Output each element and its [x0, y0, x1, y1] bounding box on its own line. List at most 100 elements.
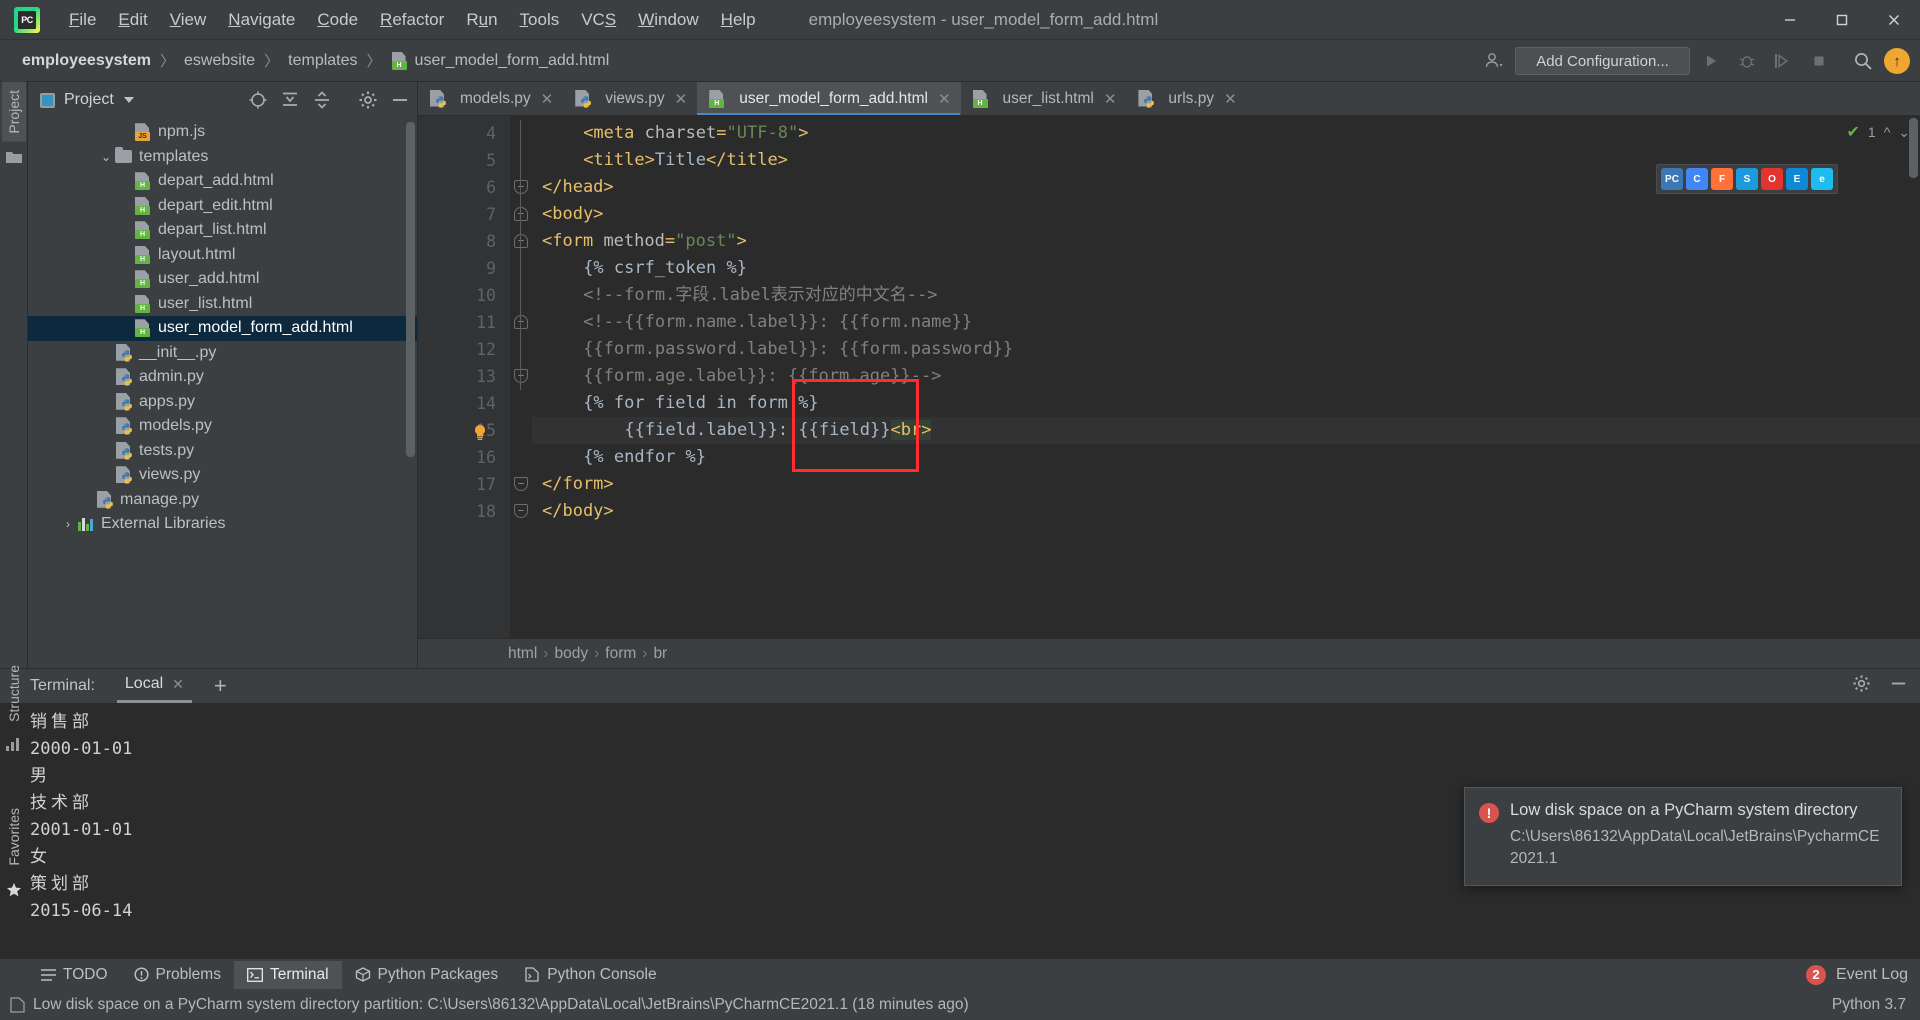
opera-browser-icon[interactable]: O: [1761, 168, 1783, 190]
fold-toggle-icon[interactable]: −: [514, 477, 528, 491]
tree-item-templates[interactable]: ⌄ templates: [28, 145, 417, 170]
close-icon[interactable]: ✕: [172, 676, 184, 693]
tree-item-depart-add-html[interactable]: Hdepart_add.html: [28, 169, 417, 194]
code-line-10[interactable]: <!--form.字段.label表示对应的中文名-->: [532, 282, 1920, 309]
editor-tab-models-py[interactable]: models.py ✕: [418, 82, 563, 115]
editor-tab-urls-py[interactable]: urls.py ✕: [1126, 82, 1246, 115]
editor-tab-user-list-html[interactable]: Huser_list.html ✕: [961, 82, 1127, 115]
fold-region-6[interactable]: −: [510, 174, 532, 201]
code-breadcrumb-form[interactable]: form: [605, 645, 636, 663]
line-number-gutter[interactable]: 4 5 6 7 8 9 10 11 12 13 14 15 16 17 18: [418, 116, 510, 638]
fold-toggle-icon[interactable]: −: [514, 504, 528, 518]
close-icon[interactable]: ✕: [1104, 90, 1117, 108]
breadcrumb-2[interactable]: templates: [288, 52, 357, 70]
menu-window[interactable]: Window: [627, 6, 709, 34]
fold-region-14[interactable]: [510, 390, 532, 417]
fold-toggle-icon[interactable]: −: [514, 369, 528, 383]
menu-code[interactable]: Code: [306, 6, 369, 34]
edge-browser-icon[interactable]: E: [1786, 168, 1808, 190]
code-line-9[interactable]: {% csrf_token %}: [532, 255, 1920, 282]
fold-region-18[interactable]: −: [510, 498, 532, 525]
close-icon[interactable]: ✕: [675, 90, 688, 108]
debug-icon[interactable]: [1732, 46, 1762, 76]
locate-target-icon[interactable]: [247, 89, 269, 111]
tree-item-manage-py[interactable]: manage.py: [28, 488, 417, 513]
fold-region-10[interactable]: [510, 282, 532, 309]
minimize-button[interactable]: [1764, 0, 1816, 40]
breadcrumb-1[interactable]: eswebsite: [184, 52, 255, 70]
tree-twisty[interactable]: ›: [59, 517, 77, 531]
menu-edit[interactable]: Edit: [107, 6, 158, 34]
menu-refactor[interactable]: Refactor: [369, 6, 455, 34]
tool-window-todo[interactable]: TODO: [28, 961, 121, 989]
close-icon[interactable]: ✕: [938, 90, 951, 108]
fold-region-8[interactable]: −: [510, 228, 532, 255]
code-breadcrumb-body[interactable]: body: [554, 645, 588, 663]
event-log-button[interactable]: Event Log: [1836, 966, 1908, 984]
fold-toggle-icon[interactable]: −: [514, 180, 528, 194]
fold-region-16[interactable]: [510, 444, 532, 471]
star-icon[interactable]: [6, 882, 22, 903]
menu-view[interactable]: View: [159, 6, 218, 34]
breadcrumb-3[interactable]: Huser_model_form_add.html: [391, 51, 609, 70]
close-button[interactable]: [1868, 0, 1920, 40]
structure-strip-icon[interactable]: [6, 737, 21, 756]
code-line-7[interactable]: <body>: [532, 201, 1920, 228]
code-line-11[interactable]: <!--{{form.name.label}}: {{form.name}}: [532, 309, 1920, 336]
pycharm-browser-icon[interactable]: PC: [1661, 168, 1683, 190]
editor-area[interactable]: 4 5 6 7 8 9 10 11 12 13 14 15 16 17 18 − − − − − − − <meta c…: [418, 116, 1920, 638]
collapse-all-icon[interactable]: [279, 89, 301, 111]
breadcrumb-0[interactable]: employeesystem: [22, 52, 151, 70]
code-line-4[interactable]: <meta charset="UTF-8">: [532, 120, 1920, 147]
fold-region-4[interactable]: [510, 120, 532, 147]
tree-twisty[interactable]: ⌄: [97, 150, 115, 164]
search-icon[interactable]: [1848, 46, 1878, 76]
fold-region-17[interactable]: −: [510, 471, 532, 498]
add-configuration-button[interactable]: Add Configuration...: [1515, 47, 1690, 75]
close-icon[interactable]: ✕: [541, 90, 554, 108]
tree-item-models-py[interactable]: models.py: [28, 414, 417, 439]
code-text[interactable]: <meta charset="UTF-8"> <title>Title</titl…: [532, 116, 1920, 638]
tree-item-external-libraries[interactable]: › External Libraries: [28, 512, 417, 537]
stop-icon[interactable]: [1804, 46, 1834, 76]
editor-scrollbar[interactable]: [1909, 118, 1918, 178]
python-interpreter[interactable]: Python 3.7: [1832, 996, 1906, 1014]
new-terminal-button[interactable]: +: [214, 675, 227, 697]
tool-window-python-packages[interactable]: Python Packages: [342, 961, 512, 989]
code-line-18[interactable]: </body>: [532, 498, 1920, 525]
tree-item-views-py[interactable]: views.py: [28, 463, 417, 488]
terminal-tab-local[interactable]: Local ✕: [116, 669, 192, 703]
code-breadcrumb-br[interactable]: br: [653, 645, 667, 663]
tree-item-admin-py[interactable]: admin.py: [28, 365, 417, 390]
menu-navigate[interactable]: Navigate: [217, 6, 306, 34]
inspection-widget[interactable]: ✔ 1 ^ ⌄: [1846, 122, 1910, 142]
chevron-down-icon[interactable]: [123, 97, 134, 103]
menu-help[interactable]: Help: [710, 6, 767, 34]
code-line-16[interactable]: {% endfor %}: [532, 444, 1920, 471]
project-scrollbar[interactable]: [406, 122, 415, 457]
fold-region-7[interactable]: −: [510, 201, 532, 228]
tree-item-tests-py[interactable]: tests.py: [28, 439, 417, 464]
tree-item-user-model-form-add-html[interactable]: Huser_model_form_add.html: [28, 316, 417, 341]
gear-icon[interactable]: [1852, 674, 1871, 698]
status-message[interactable]: Low disk space on a PyCharm system direc…: [33, 996, 969, 1014]
code-breadcrumbs[interactable]: html › body › form › br: [418, 638, 1920, 668]
notification-balloon[interactable]: ! Low disk space on a PyCharm system dir…: [1464, 787, 1902, 886]
folder-strip-icon[interactable]: [5, 150, 22, 169]
gear-icon[interactable]: [357, 89, 379, 111]
code-line-14[interactable]: {% for field in form %}: [532, 390, 1920, 417]
run-icon[interactable]: [1696, 46, 1726, 76]
next-problem-icon[interactable]: ⌄: [1898, 124, 1910, 141]
intention-bulb-icon[interactable]: [472, 422, 488, 440]
menu-vcs[interactable]: VCS: [570, 6, 627, 34]
menu-file[interactable]: File: [58, 6, 107, 34]
fold-region-11[interactable]: −: [510, 309, 532, 336]
code-folding-column[interactable]: − − − − − − −: [510, 116, 532, 638]
tool-window-problems[interactable]: Problems: [121, 961, 234, 989]
fold-toggle-icon[interactable]: −: [514, 234, 528, 248]
fold-region-15[interactable]: [510, 417, 532, 444]
tree-item-user-list-html[interactable]: Huser_list.html: [28, 292, 417, 317]
tree-item-user-add-html[interactable]: Huser_add.html: [28, 267, 417, 292]
tree-item---init---py[interactable]: __init__.py: [28, 341, 417, 366]
firefox-browser-icon[interactable]: F: [1711, 168, 1733, 190]
